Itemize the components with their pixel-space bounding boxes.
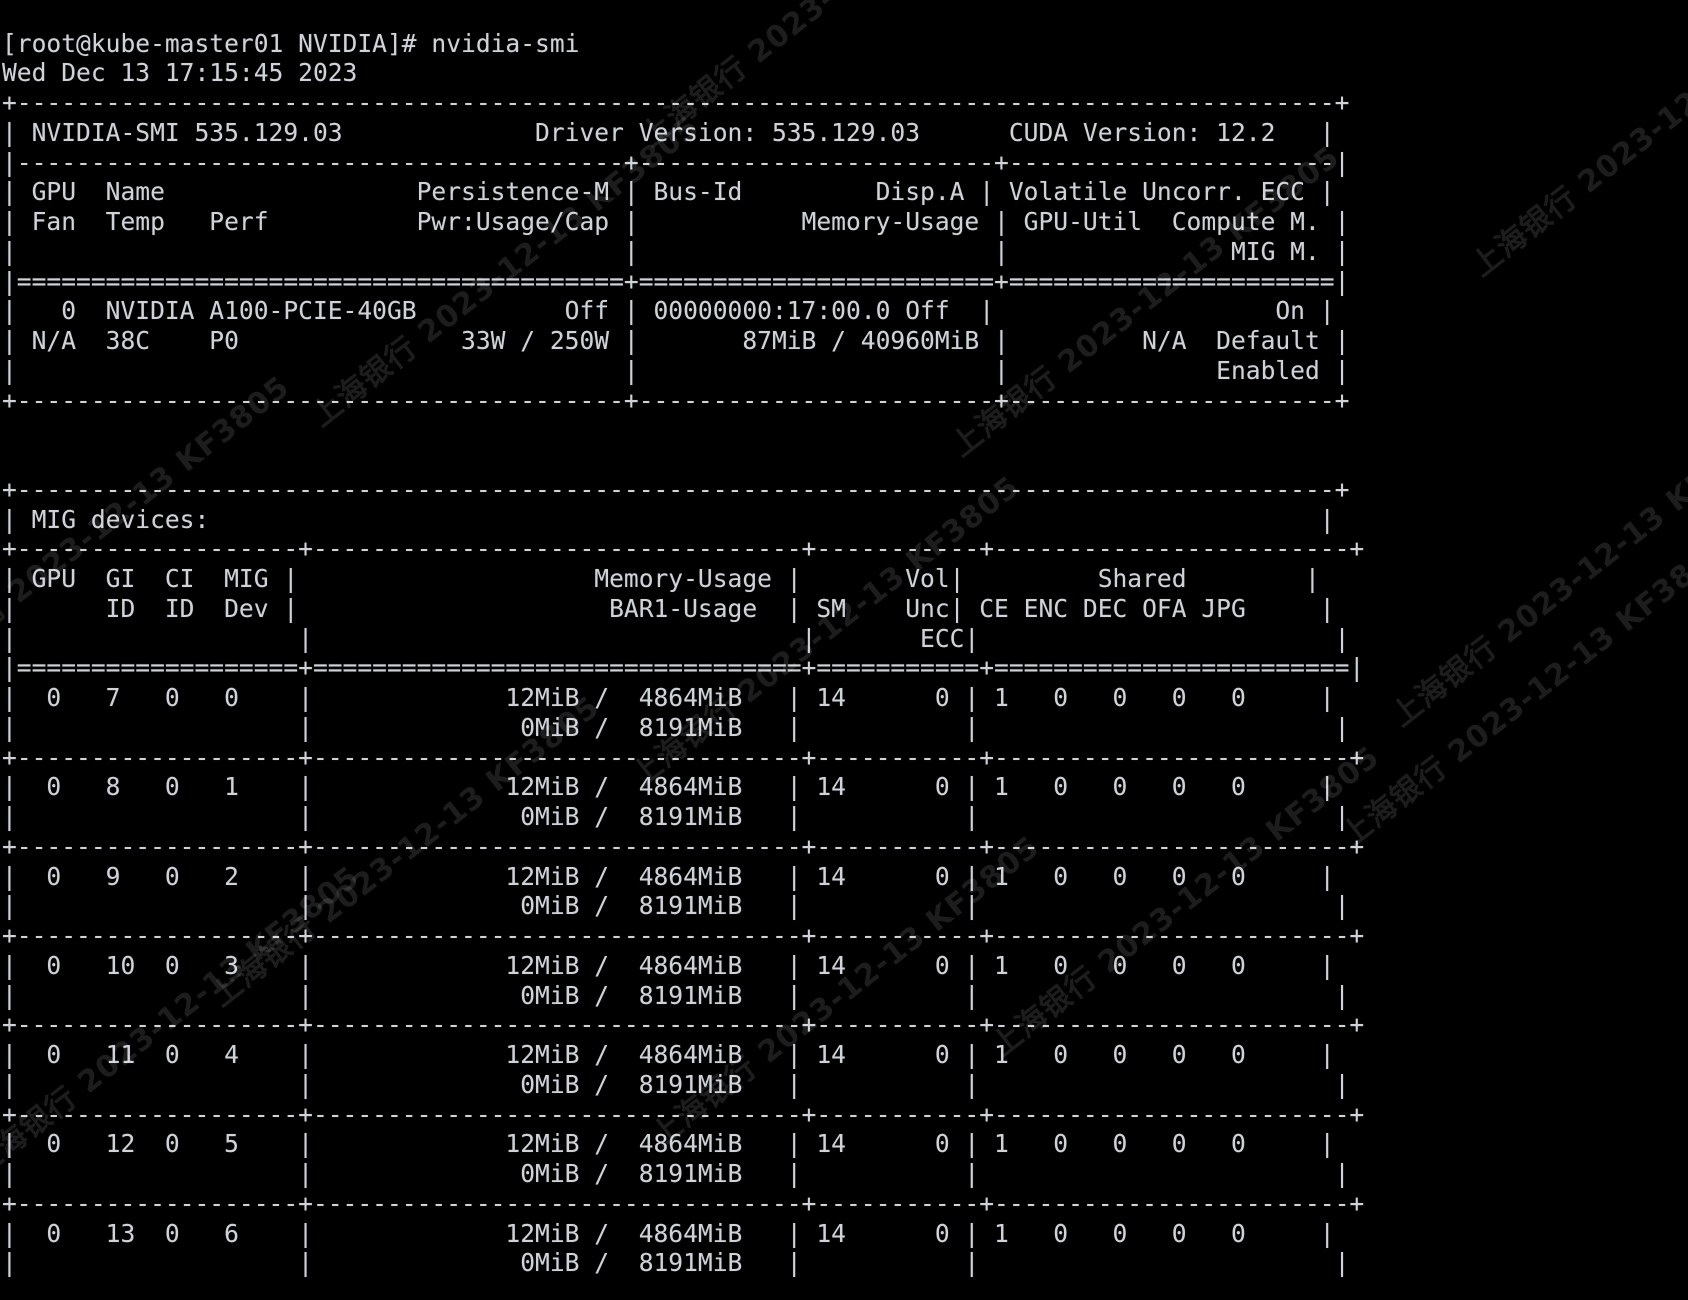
watermark-text: 上海银行 2023-12-13 KF3805 xyxy=(0,0,347,5)
terminal-output[interactable]: [root@kube-master01 NVIDIA]# nvidia-smi … xyxy=(0,25,1688,1300)
terminal-window: [root@kube-master01 NVIDIA]# nvidia-smi … xyxy=(0,0,1688,1300)
